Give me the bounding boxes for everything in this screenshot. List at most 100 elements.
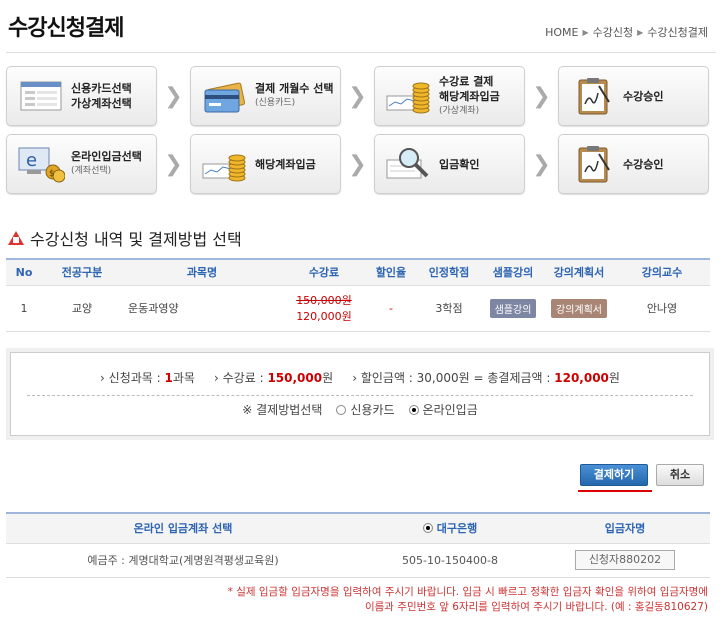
step-label: 온라인입금선택	[71, 150, 142, 163]
cell-sample: 샘플강의	[482, 285, 544, 332]
step-deposit-check: 입금확인	[374, 134, 525, 194]
payment-method-label: ※ 결제방법선택	[242, 403, 323, 417]
column-header: 강의교수	[614, 258, 710, 286]
bank-name: 대구은행	[436, 522, 478, 536]
radio-selected-icon[interactable]	[422, 523, 433, 534]
table-row: 1 교양 운동과영양 150,000원 120,000원 - 3학점 샘플강의 …	[6, 285, 710, 332]
cancel-button[interactable]: 취소	[656, 464, 704, 486]
breadcrumb-course[interactable]: 수강신청	[593, 24, 633, 40]
payment-method-options: ※ 결제방법선택 신용카드 온라인입금	[11, 401, 709, 418]
page-title: 수강신청결제	[8, 16, 124, 41]
table-header-row: No 전공구분 과목명 수강료 할인율 인정학점 샘플강의 강의계획서 강의교수	[6, 258, 710, 286]
column-header: 온라인 입금계좌 선택	[6, 512, 360, 544]
option-label: 신용카드	[350, 403, 395, 417]
pay-button-highlight	[578, 490, 652, 492]
radio-selected-icon[interactable]	[408, 405, 419, 415]
syllabus-button[interactable]: 강의계획서	[551, 298, 607, 318]
courses-count: 1	[164, 371, 173, 385]
fee-label: › 수강료 :	[214, 371, 268, 385]
column-header: 입금자명	[540, 512, 710, 544]
step-approval: 수강승인	[558, 66, 709, 126]
step-fee-payment: 수강료 결제 해당계좌입금 (가상계좌)	[374, 66, 525, 126]
option-label: 온라인입금	[422, 403, 478, 417]
original-price: 150,000원	[296, 294, 352, 307]
step-approval-2: 수강승인	[558, 134, 709, 194]
table-header-row: 온라인 입금계좌 선택 대구은행 입금자명	[6, 512, 710, 544]
total-unit: 원	[608, 371, 620, 385]
step-label: 해당계좌입금	[255, 157, 316, 171]
table-row: 예금주 : 계명대학교(계명원격평생교육원) 505-10-150400-8 신…	[6, 543, 710, 578]
section-title-text: 수강신청 내역 및 결제방법 선택	[30, 230, 242, 249]
chevron-right-icon: ❯	[532, 151, 551, 177]
column-header: 할인율	[366, 258, 416, 286]
step-sublabel: (신용카드)	[255, 98, 296, 108]
step-label: 수강승인	[623, 89, 664, 103]
option-credit-card[interactable]: 신용카드	[336, 401, 395, 418]
step-label: 신용카드선택	[71, 82, 132, 95]
bank-account-table: 온라인 입금계좌 선택 대구은행 입금자명 예금주 : 계명대학교(계명원격평생…	[6, 512, 710, 578]
column-header: 인정학점	[416, 258, 482, 286]
clipboard-icon	[569, 144, 617, 184]
discount-text: › 할인금액 : 30,000원 = 총결제금액 :	[352, 371, 555, 385]
breadcrumb-separator-icon: ▶	[637, 27, 644, 37]
fee-unit: 원	[322, 371, 334, 385]
fee-value: 150,000	[267, 371, 323, 385]
step-installment: 결제 개월수 선택 (신용카드)	[190, 66, 341, 126]
chevron-right-icon: ❯	[164, 83, 183, 109]
magnifier-icon	[385, 144, 433, 184]
step-card-select: 신용카드선택가상계좌선택	[6, 66, 157, 126]
radio-icon[interactable]	[336, 405, 347, 415]
account-holder: 예금주 : 계명대학교(계명원격평생교육원)	[6, 543, 360, 578]
cell-type: 교양	[42, 285, 122, 332]
option-online-deposit[interactable]: 온라인입금	[408, 401, 478, 418]
bank-option[interactable]: 대구은행	[360, 512, 540, 544]
chevron-right-icon: ❯	[348, 83, 367, 109]
online-money-icon: e $	[17, 144, 66, 184]
depositor-name-input[interactable]: 신청자880202	[575, 550, 675, 570]
column-header: 수강료	[282, 258, 366, 286]
coins-chart-icon	[201, 144, 249, 184]
breadcrumb-separator-icon: ▶	[582, 27, 589, 37]
step-label: 입금확인	[439, 157, 480, 171]
column-header: 샘플강의	[482, 258, 544, 286]
step-deposit: 해당계좌입금	[190, 134, 341, 194]
course-table: No 전공구분 과목명 수강료 할인율 인정학점 샘플강의 강의계획서 강의교수…	[6, 258, 710, 332]
sample-lecture-button[interactable]: 샘플강의	[489, 298, 537, 318]
step-label: 수강료 결제	[439, 74, 494, 88]
notice-line: * 실제 입금할 입금자명을 입력하여 주시기 바랍니다. 입금 시 빠르고 정…	[227, 586, 708, 598]
svg-text:e: e	[26, 150, 37, 171]
notice-line: 이름과 주민번호 앞 6자리를 입력하여 주시기 바랍니다. (예 : 홍길동8…	[364, 601, 708, 613]
warning-triangle-icon	[8, 231, 24, 245]
cell-professor: 안나영	[614, 285, 710, 332]
step-sublabel: (계좌선택)	[71, 166, 112, 176]
breadcrumb-home[interactable]: HOME	[545, 26, 578, 39]
summary-line: › 신청과목 : 1과목 › 수강료 : 150,000원 › 할인금액 : 3…	[11, 369, 709, 386]
step-label: 수강승인	[623, 157, 664, 171]
deposit-notice: * 실제 입금할 입금자명을 입력하여 주시기 바랍니다. 입금 시 빠르고 정…	[228, 585, 708, 615]
cell-credit: 3학점	[416, 285, 482, 332]
column-header: No	[6, 258, 42, 286]
step-label: 해당계좌입금	[439, 89, 500, 103]
chevron-right-icon: ❯	[164, 151, 183, 177]
svg-text:$: $	[49, 169, 55, 179]
discounted-price: 120,000원	[296, 310, 352, 323]
pay-button[interactable]: 결제하기	[580, 464, 648, 486]
credit-card-icon	[201, 76, 249, 116]
breadcrumb-current: 수강신청결제	[647, 26, 708, 39]
cell-plan: 강의계획서	[544, 285, 614, 332]
step-label: 가상계좌선택	[71, 97, 132, 110]
summary-divider	[27, 395, 693, 396]
cell-price: 150,000원 120,000원	[282, 285, 366, 332]
chevron-right-icon: ❯	[532, 83, 551, 109]
step-row-online: e $ 온라인입금선택 (계좌선택) ❯ 해당계좌입금 ❯ 입금확인 ❯ 수강승인	[6, 134, 712, 194]
step-online-select: e $ 온라인입금선택 (계좌선택)	[6, 134, 157, 194]
column-header: 과목명	[122, 258, 282, 286]
total-value: 120,000	[554, 371, 609, 385]
step-sublabel: (가상계좌)	[439, 105, 480, 116]
column-header: 강의계획서	[544, 258, 614, 286]
title-divider	[6, 52, 716, 53]
depositor-cell: 신청자880202	[540, 543, 710, 578]
cell-discount: -	[366, 285, 416, 332]
cell-no: 1	[6, 285, 42, 332]
courses-unit: 과목	[172, 371, 195, 385]
